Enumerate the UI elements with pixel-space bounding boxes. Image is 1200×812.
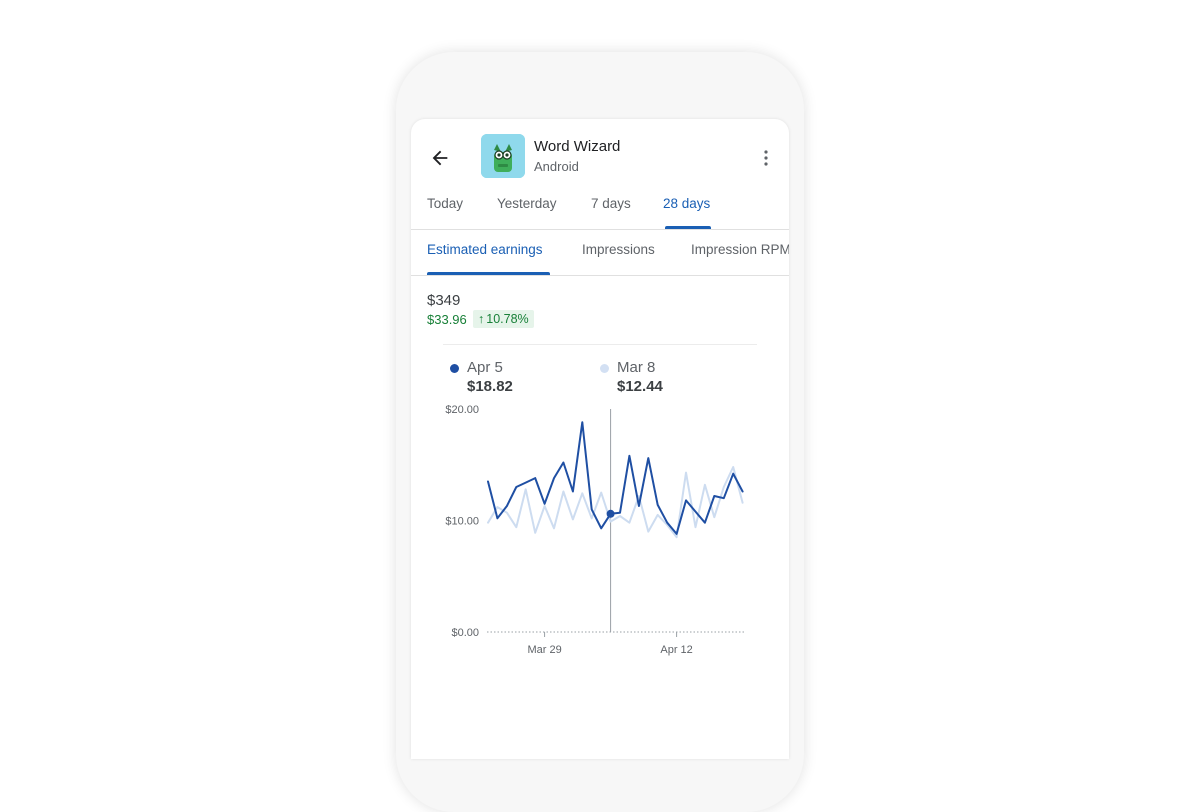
y-tick-label: $0.00 bbox=[451, 627, 479, 639]
app-screen: Word Wizard Android Today Yesterday 7 da… bbox=[411, 119, 789, 759]
y-tick-label: $10.00 bbox=[445, 516, 479, 528]
series-previous-line bbox=[487, 466, 744, 539]
hover-point-marker bbox=[606, 509, 615, 518]
x-tick-label: Apr 12 bbox=[660, 644, 692, 656]
x-tick-label: Mar 29 bbox=[527, 644, 561, 656]
earnings-line-chart[interactable]: $20.00 $10.00 $0.00 Mar 29 Apr 12 bbox=[411, 119, 789, 679]
series-current-line bbox=[487, 421, 744, 535]
y-tick-label: $20.00 bbox=[445, 404, 479, 416]
